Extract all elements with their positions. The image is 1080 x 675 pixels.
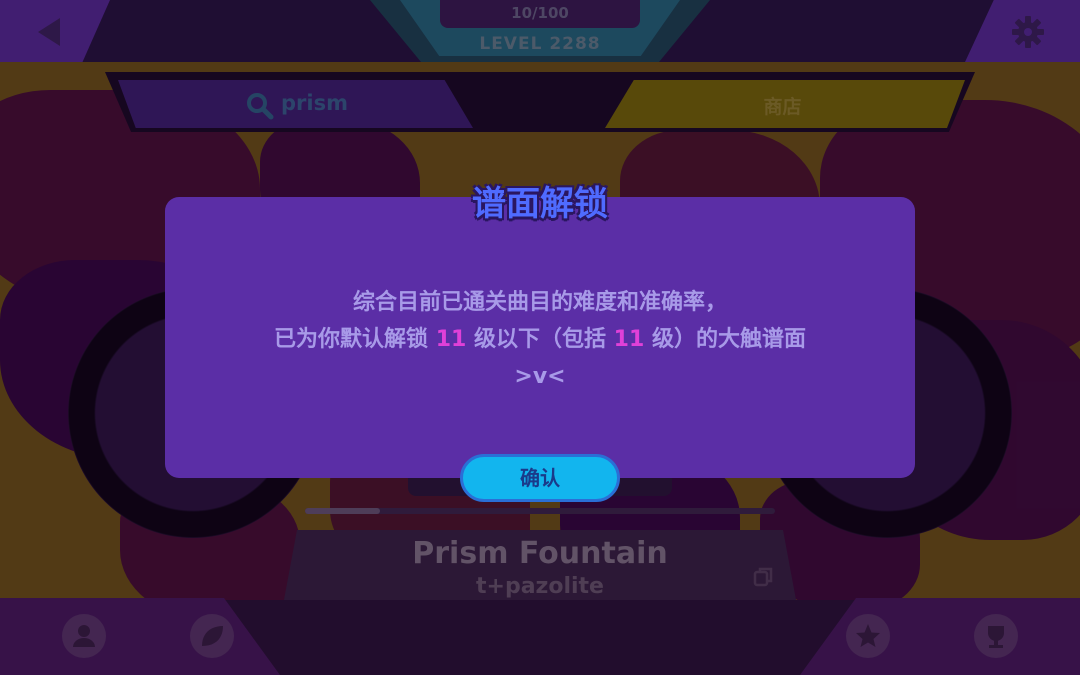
dialog-line-2: 已为你默认解锁 11 级以下（包括 11 级）的大触谱面 [165,321,915,358]
dialog-title: 谱面解锁 [472,184,608,224]
confirm-button[interactable]: 确认 [460,454,620,502]
level-highlight: 11 [613,327,645,352]
dialog-message: 综合目前已通关曲目的难度和准确率， 已为你默认解锁 11 级以下（包括 11 级… [165,284,915,395]
level-highlight: 11 [435,327,467,352]
dialog-line-2-part: 已为你默认解锁 [274,327,436,352]
dialog-line-2-part: 级以下（包括 [466,327,614,352]
dialog-line-3: >v< [514,364,566,389]
dialog-line-2-part: 级）的大触谱面 [644,327,806,352]
dialog-line-1: 综合目前已通关曲目的难度和准确率， [352,290,727,315]
